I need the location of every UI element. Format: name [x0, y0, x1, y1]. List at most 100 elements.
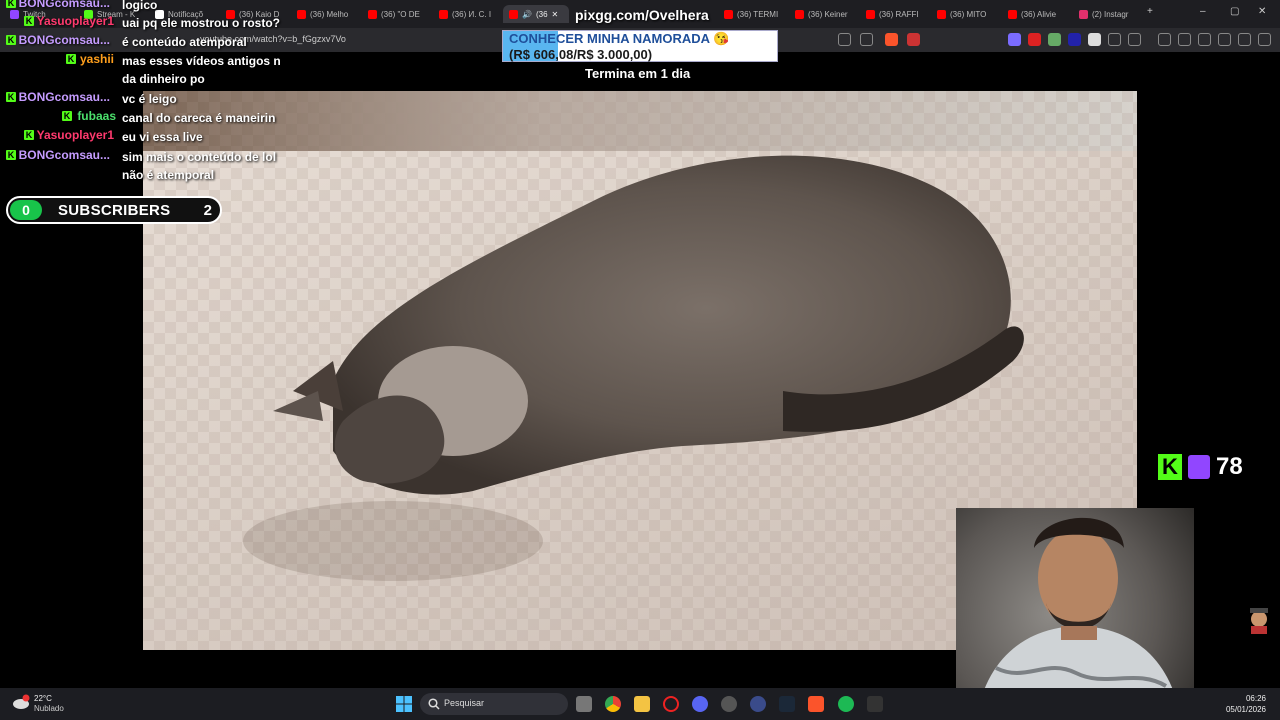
windows-start-icon[interactable]	[396, 696, 412, 712]
ai-icon[interactable]	[1218, 33, 1231, 46]
wallet-icon[interactable]	[1198, 33, 1211, 46]
speaker-icon: 🔊	[522, 9, 532, 19]
kick-badge-icon: K	[6, 0, 16, 8]
chat-text: sim mais o conteúdo de lol não é atempor…	[122, 150, 277, 182]
search-placeholder: Pesquisar	[444, 698, 485, 708]
close-window-icon[interactable]: ✕	[1258, 6, 1266, 17]
subscriber-goal: 0 SUBSCRIBERS 2	[6, 196, 222, 224]
chat-message: K BONGcomsau... é conteúdo atemporal	[0, 31, 300, 51]
clock-time: 06:26	[1245, 694, 1266, 703]
twitch-logo-icon	[1188, 455, 1210, 479]
tab-instagram[interactable]: (2) Instagr	[1079, 5, 1135, 23]
viewer-count-widget: K 78	[1158, 452, 1243, 482]
youtube-icon	[866, 9, 875, 19]
tab-youtube-9[interactable]: (36) Alivie	[1008, 5, 1064, 23]
tab-youtube-8[interactable]: (36) MITO	[937, 5, 993, 23]
chat-username: fubaas	[77, 109, 116, 123]
weather-widget[interactable]: 22°C Nublado	[12, 694, 64, 715]
vpn-icon[interactable]	[1238, 33, 1251, 46]
share-icon[interactable]	[860, 33, 873, 46]
streamer-sticker-icon	[1250, 608, 1268, 634]
file-explorer-icon[interactable]	[634, 696, 650, 712]
kick-badge-icon: K	[62, 111, 72, 121]
spotify-icon[interactable]	[838, 696, 854, 712]
chat-text: mas esses vídeos antigos n da dinheiro p…	[122, 54, 281, 86]
brave-shield-icon[interactable]	[885, 33, 898, 46]
search-icon	[428, 698, 440, 710]
discord-icon[interactable]	[692, 696, 708, 712]
donation-goal-amount: (R$ 606,08/R$ 3.000,00)	[509, 47, 653, 62]
donation-goal-title: CONHECER MINHA NAMORADA 😘	[509, 31, 730, 46]
chat-text: uai pq ele mostrou o rosto?	[122, 16, 281, 30]
chat-text: vc é leigo	[122, 92, 177, 106]
weather-temperature: 22°C	[34, 694, 52, 703]
kick-badge-icon: K	[24, 16, 34, 26]
chat-username: BONGcomsau...	[18, 90, 110, 104]
epic-games-icon[interactable]	[867, 696, 883, 712]
brave-icon[interactable]	[808, 696, 824, 712]
instagram-icon	[1079, 9, 1088, 19]
chrome-icon[interactable]	[605, 696, 621, 712]
extension-icon[interactable]	[1028, 33, 1041, 46]
puzzle-icon[interactable]	[1108, 33, 1121, 46]
chat-message: K BONGcomsau... sim mais o conteúdo de l…	[0, 146, 300, 186]
tab-youtube-5[interactable]: (36) TERMI	[724, 5, 780, 23]
chat-message: K BONGcomsau... vc é leigo	[0, 88, 300, 108]
chat-username: BONGcomsau...	[18, 0, 110, 10]
chat-username: BONGcomsau...	[18, 33, 110, 47]
viewer-count: 78	[1216, 453, 1243, 480]
task-view-icon[interactable]	[576, 696, 592, 712]
subscriber-label: SUBSCRIBERS	[58, 202, 171, 219]
chat-message: K yashii mas esses vídeos antigos n da d…	[0, 50, 300, 90]
app-icon[interactable]	[750, 696, 766, 712]
chat-text: eu vi essa live	[122, 130, 203, 144]
brave-rewards-icon[interactable]	[907, 33, 920, 46]
chat-message: K Yasuoplayer1 uai pq ele mostrou o rost…	[0, 12, 300, 32]
youtube-icon	[439, 9, 448, 19]
chat-username: yashii	[79, 52, 114, 66]
kick-logo-icon: K	[1158, 454, 1182, 480]
taskbar-search[interactable]: Pesquisar	[420, 693, 568, 715]
donation-goal-bar: CONHECER MINHA NAMORADA 😘 (R$ 606,08/R$ …	[502, 30, 778, 62]
kick-badge-icon: K	[6, 92, 16, 102]
youtube-icon	[509, 9, 518, 19]
music-icon[interactable]	[1158, 33, 1171, 46]
chat-message: K Yasuoplayer1 eu vi essa live	[0, 126, 300, 146]
chat-text: é conteúdo atemporal	[122, 35, 247, 49]
system-clock[interactable]: 06:26 05/01/2026	[1226, 693, 1266, 715]
cast-icon[interactable]	[838, 33, 851, 46]
tab-youtube-7[interactable]: (36) RAFFI	[866, 5, 922, 23]
extension-icon[interactable]	[1008, 33, 1021, 46]
chat-text: canal do careca é maneirin	[122, 111, 276, 125]
screen: Twitch Stream - K Notificaçõ (36) Kaio D…	[0, 0, 1280, 720]
new-tab-icon[interactable]: +	[1147, 6, 1153, 17]
wallet-icon[interactable]	[1128, 33, 1141, 46]
menu-icon[interactable]	[1258, 33, 1271, 46]
tab-youtube-6[interactable]: (36) Keiner	[795, 5, 851, 23]
tab-youtube-2[interactable]: (36) Melho	[297, 5, 353, 23]
kick-badge-icon: K	[6, 150, 16, 160]
chat-username: BONGcomsau...	[18, 148, 110, 162]
chat-message: K fubaas canal do careca é maneirin	[0, 107, 300, 127]
extension-icon[interactable]	[1068, 33, 1081, 46]
minimize-icon[interactable]: –	[1200, 6, 1206, 17]
tab-youtube-3[interactable]: (36) "O DE	[368, 5, 424, 23]
close-tab-icon[interactable]: ✕	[552, 10, 559, 19]
youtube-icon	[937, 9, 946, 19]
subscriber-count: 0	[10, 200, 42, 220]
youtube-icon	[368, 9, 377, 19]
steam-icon[interactable]	[779, 696, 795, 712]
cloud-icon	[13, 694, 30, 709]
chat-username: Yasuoplayer1	[36, 128, 114, 142]
extension-icon[interactable]	[1048, 33, 1061, 46]
tab-youtube-active[interactable]: 🔊 (36 ✕	[503, 5, 569, 23]
chat-username: Yasuoplayer1	[36, 14, 114, 28]
extension-icon[interactable]	[1088, 33, 1101, 46]
app-icon[interactable]	[721, 696, 737, 712]
youtube-icon	[795, 9, 804, 19]
sidebar-icon[interactable]	[1178, 33, 1191, 46]
kick-badge-icon: K	[6, 35, 16, 45]
opera-icon[interactable]	[663, 696, 679, 712]
maximize-icon[interactable]: ▢	[1230, 6, 1239, 17]
tab-youtube-4[interactable]: (36) И. С. I	[439, 5, 495, 23]
